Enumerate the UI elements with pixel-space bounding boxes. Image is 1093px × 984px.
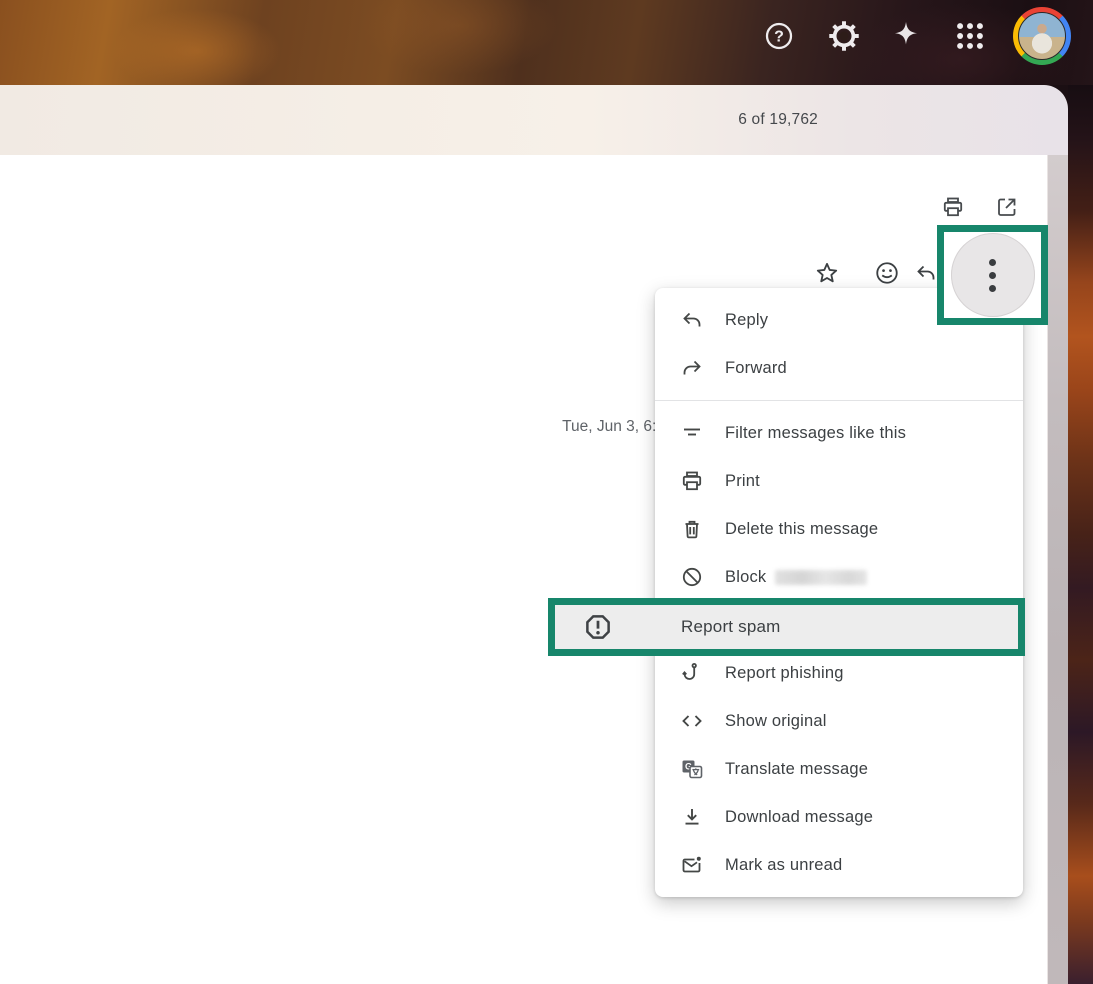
download-icon bbox=[680, 805, 704, 829]
menu-item-label: Show original bbox=[725, 712, 827, 731]
menu-item-label: Report phishing bbox=[725, 664, 844, 683]
menu-item-label: Delete this message bbox=[725, 520, 878, 539]
code-icon bbox=[680, 709, 704, 733]
menu-item-report-phishing[interactable]: Report phishing bbox=[655, 649, 1023, 697]
annotation-more-button-highlight bbox=[937, 225, 1048, 325]
menu-item-label: Reply bbox=[725, 311, 768, 330]
top-app-bar: ? bbox=[0, 0, 1093, 85]
reply-icon bbox=[680, 308, 704, 332]
scrollbar[interactable] bbox=[1047, 155, 1068, 984]
gemini-sparkle-icon bbox=[889, 19, 923, 53]
star-button[interactable] bbox=[807, 253, 847, 293]
google-apps-button[interactable] bbox=[952, 18, 988, 54]
reply-icon bbox=[914, 261, 938, 285]
menu-item-download-message[interactable]: Download message bbox=[655, 793, 1023, 841]
trash-icon bbox=[680, 517, 704, 541]
avatar bbox=[1018, 12, 1066, 60]
menu-item-show-original[interactable]: Show original bbox=[655, 697, 1023, 745]
emoji-icon bbox=[874, 260, 900, 286]
print-icon bbox=[941, 195, 965, 219]
menu-item-delete-message[interactable]: Delete this message bbox=[655, 505, 1023, 553]
pagination-count: 6 of 19,762 bbox=[738, 111, 818, 129]
annotation-report-spam-highlight[interactable]: Report spam bbox=[548, 598, 1025, 656]
help-button[interactable]: ? bbox=[761, 18, 797, 54]
phishing-hook-icon bbox=[680, 661, 704, 685]
star-icon bbox=[814, 260, 840, 286]
more-vert-icon bbox=[989, 259, 996, 266]
report-spam-label: Report spam bbox=[681, 617, 781, 637]
emoji-reaction-button[interactable] bbox=[867, 253, 907, 293]
more-options-menu: Reply Forward Filter messages like this … bbox=[655, 288, 1023, 897]
menu-item-translate-message[interactable]: G Translate message bbox=[655, 745, 1023, 793]
menu-item-forward[interactable]: Forward bbox=[655, 344, 1023, 392]
print-all-button[interactable] bbox=[933, 187, 973, 227]
wallpaper-edge bbox=[1068, 85, 1093, 984]
gemini-button[interactable] bbox=[889, 19, 923, 53]
google-apps-grid-icon bbox=[953, 19, 987, 53]
menu-item-label: Mark as unread bbox=[725, 856, 842, 875]
print-icon bbox=[680, 469, 704, 493]
account-button[interactable] bbox=[1013, 7, 1071, 65]
menu-item-label: Translate message bbox=[725, 760, 868, 779]
menu-item-block-sender[interactable]: Block bbox=[655, 553, 1023, 601]
report-spam-icon bbox=[583, 612, 613, 642]
settings-button[interactable] bbox=[826, 18, 862, 54]
menu-item-label: Block bbox=[725, 568, 766, 587]
block-icon bbox=[680, 565, 704, 589]
menu-item-print[interactable]: Print bbox=[655, 457, 1023, 505]
forward-icon bbox=[680, 356, 704, 380]
message-toolbar: 6 of 19,762 bbox=[0, 85, 1068, 155]
help-icon: ? bbox=[763, 20, 795, 52]
svg-text:?: ? bbox=[774, 29, 784, 46]
menu-item-mark-as-unread[interactable]: Mark as unread bbox=[655, 841, 1023, 889]
redacted-sender-name bbox=[775, 570, 867, 585]
menu-item-label: Download message bbox=[725, 808, 873, 827]
gmail-screen: ? bbox=[0, 0, 1093, 984]
menu-item-filter-messages[interactable]: Filter messages like this bbox=[655, 409, 1023, 457]
mark-unread-icon bbox=[680, 853, 704, 877]
menu-item-label: Print bbox=[725, 472, 760, 491]
menu-divider bbox=[655, 400, 1023, 401]
open-in-new-button[interactable] bbox=[987, 187, 1027, 227]
filter-icon bbox=[680, 421, 704, 445]
open-in-new-icon bbox=[995, 195, 1019, 219]
more-vert-button[interactable] bbox=[951, 233, 1035, 317]
menu-item-label: Forward bbox=[725, 359, 787, 378]
settings-gear-icon bbox=[827, 19, 861, 53]
menu-item-label: Filter messages like this bbox=[725, 424, 906, 443]
translate-icon: G bbox=[680, 757, 704, 781]
